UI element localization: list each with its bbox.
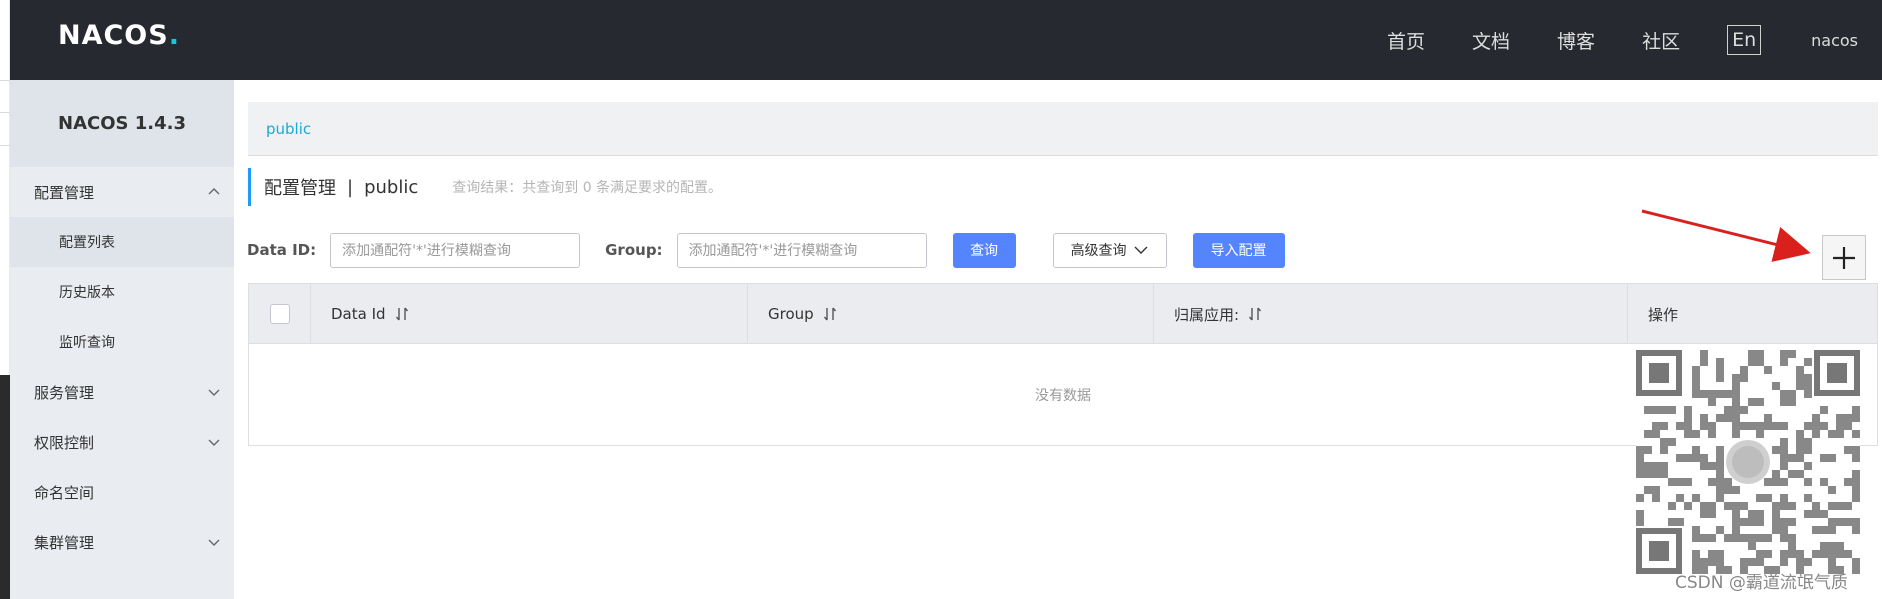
left-edge-gutter: [0, 0, 10, 599]
sidebar-group-label: 服务管理: [34, 383, 95, 402]
sidebar-item-listener-query[interactable]: 监听查询: [10, 317, 234, 367]
nav-blog-link[interactable]: 博客: [1557, 27, 1595, 54]
sidebar-group-config[interactable]: 配置管理: [10, 167, 234, 217]
main-content: public 配置管理 | public 查询结果：共查询到 0 条满足要求的配…: [234, 80, 1882, 599]
chevron-down-icon: [208, 389, 220, 396]
sidebar-group-label: 命名空间: [34, 483, 95, 502]
current-namespace: public: [364, 176, 419, 198]
page-title: 配置管理: [264, 178, 336, 199]
table-header: Data Id Group 归属应用: 操作: [249, 284, 1877, 344]
data-id-label: Data ID:: [247, 241, 317, 259]
watermark-text: CSDN @霸道流氓气质: [1675, 573, 1848, 593]
sidebar-group-label: 配置管理: [34, 183, 95, 202]
sidebar-item-history[interactable]: 历史版本: [10, 267, 234, 317]
nav-home-link[interactable]: 首页: [1387, 27, 1425, 54]
sidebar-group-label: 集群管理: [34, 533, 95, 552]
page-title-row: 配置管理 | public 查询结果：共查询到 0 条满足要求的配置。: [248, 168, 722, 206]
group-input[interactable]: 添加通配符'*'进行模糊查询: [676, 232, 927, 268]
nacos-logo[interactable]: NACOS.: [58, 20, 180, 51]
namespace-tab-public[interactable]: public: [266, 120, 311, 138]
namespace-bar: public: [248, 102, 1878, 156]
sidebar-group-cluster[interactable]: 集群管理: [10, 517, 234, 567]
sidebar-group-label: 权限控制: [34, 433, 95, 452]
language-toggle-button[interactable]: En: [1727, 25, 1762, 55]
group-label: Group:: [605, 241, 663, 259]
top-navigation-bar: NACOS. 首页 文档 博客 社区 En nacos: [10, 0, 1882, 80]
top-nav: 首页 文档 博客 社区 En nacos: [1387, 0, 1882, 80]
column-header-actions: 操作: [1648, 305, 1679, 324]
chevron-down-icon: [208, 539, 220, 546]
advanced-query-button[interactable]: 高级查询: [1052, 232, 1167, 268]
nav-docs-link[interactable]: 文档: [1472, 27, 1510, 54]
annotation-arrow-icon: [1641, 209, 1811, 262]
empty-state: 没有数据: [1035, 388, 1091, 404]
sidebar-version-title: NACOS 1.4.3: [10, 80, 234, 167]
chevron-up-icon: [208, 188, 220, 195]
sidebar-group-service[interactable]: 服务管理: [10, 367, 234, 417]
filter-bar: Data ID: 添加通配符'*'进行模糊查询 Group: 添加通配符'*'进…: [247, 232, 1285, 268]
sidebar-group-permission[interactable]: 权限控制: [10, 417, 234, 467]
chevron-down-icon: [208, 439, 220, 446]
user-menu[interactable]: nacos: [1811, 31, 1858, 50]
sort-icon[interactable]: [1248, 306, 1262, 322]
sort-icon[interactable]: [823, 306, 837, 322]
result-hint: 查询结果：共查询到 0 条满足要求的配置。: [452, 180, 723, 196]
nav-community-link[interactable]: 社区: [1642, 27, 1680, 54]
config-table: Data Id Group 归属应用: 操作 没有数据: [248, 283, 1878, 446]
qr-code-image: [1636, 350, 1860, 574]
sort-icon[interactable]: [395, 306, 409, 322]
import-config-button[interactable]: 导入配置: [1192, 232, 1285, 268]
sidebar-item-config-list[interactable]: 配置列表: [10, 217, 234, 267]
column-header-data-id[interactable]: Data Id: [311, 284, 748, 344]
chevron-down-icon: [1134, 246, 1148, 254]
add-config-button[interactable]: [1822, 235, 1866, 280]
title-separator: |: [347, 176, 354, 198]
advanced-query-label: 高级查询: [1070, 243, 1127, 259]
column-header-group[interactable]: Group: [748, 284, 1154, 344]
query-button[interactable]: 查询: [952, 232, 1016, 268]
data-id-input[interactable]: 添加通配符'*'进行模糊查询: [330, 232, 581, 268]
sidebar-group-namespace[interactable]: 命名空间: [10, 467, 234, 517]
column-header-app[interactable]: 归属应用:: [1154, 284, 1628, 344]
select-all-checkbox[interactable]: [269, 304, 290, 324]
plus-icon: [1833, 246, 1855, 269]
sidebar: NACOS 1.4.3 配置管理 配置列表 历史版本 监听查询 服务管理 权限控…: [10, 80, 234, 599]
select-all-cell: [249, 284, 311, 344]
